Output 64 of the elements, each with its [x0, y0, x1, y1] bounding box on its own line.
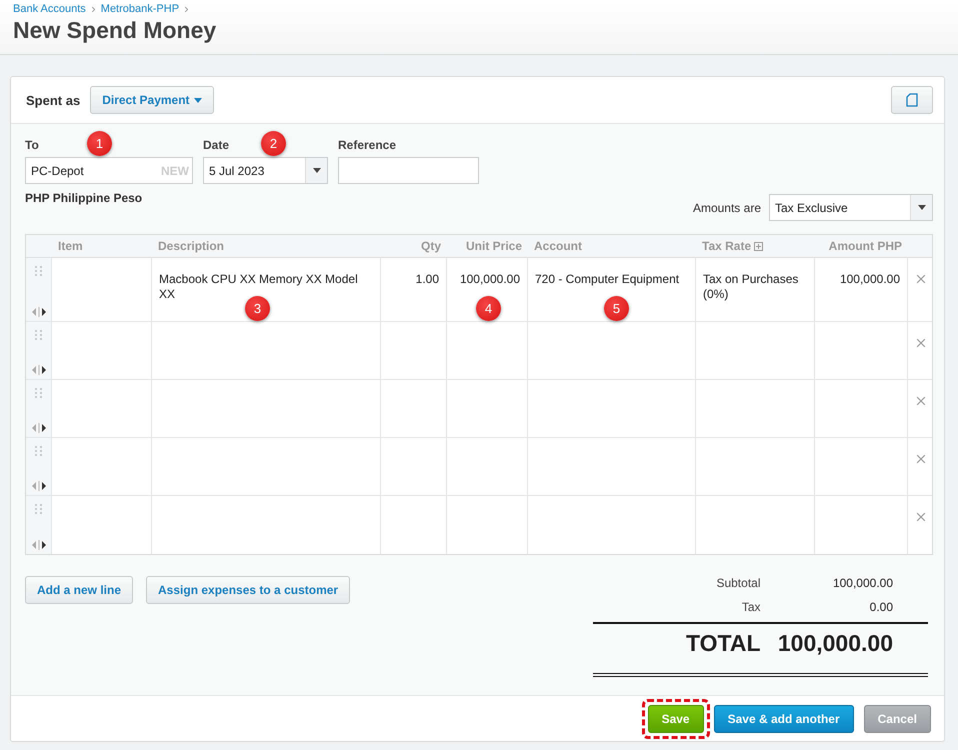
page-title: New Spend Money: [13, 17, 218, 44]
table-cell: 100,000.00: [460, 272, 520, 286]
delete-row-icon[interactable]: [914, 510, 928, 524]
line-button[interactable]: Assign expenses to a customer: [146, 576, 350, 604]
breadcrumb-link[interactable]: Bank Accounts: [13, 3, 86, 15]
drag-handle-icon[interactable]: [35, 446, 42, 457]
drag-handle-icon[interactable]: [35, 330, 42, 341]
document-button[interactable]: [891, 86, 933, 114]
column-header: Amount PHP: [828, 239, 902, 253]
callout-marker: 5: [604, 296, 629, 321]
text-input[interactable]: Tax Exclusive: [770, 195, 910, 220]
drag-handle-icon[interactable]: [35, 266, 42, 277]
delete-row-icon[interactable]: [914, 452, 928, 466]
payment-type-dropdown[interactable]: Direct Payment: [90, 86, 214, 114]
text-input[interactable]: PC-Depot: [26, 158, 161, 183]
expand-icon[interactable]: [754, 242, 764, 250]
table-cell: 1.00: [416, 272, 439, 286]
total-value: 100,000.00: [776, 630, 894, 658]
callout-marker: 2: [261, 131, 286, 156]
amounts-are-label: Amounts are: [692, 200, 761, 214]
callout-marker: 3: [245, 296, 270, 321]
dropdown-caret-icon: [918, 205, 926, 210]
subtotal-label: Subtotal: [715, 576, 760, 590]
column-header: Description: [158, 239, 224, 253]
table-cell: Tax on Purchases (0%): [703, 272, 798, 301]
callout-marker: 4: [476, 296, 501, 321]
line-button[interactable]: Add a new line: [25, 576, 134, 604]
breadcrumb-link[interactable]: Metrobank-PHP: [100, 3, 180, 15]
currency-label: PHP Philippine Peso: [25, 190, 142, 204]
delete-row-icon[interactable]: [914, 272, 928, 286]
date-field[interactable]: 5 Jul 2023: [203, 157, 328, 184]
caret-icon: [194, 98, 202, 102]
tax-value: 0.00: [868, 600, 894, 614]
text-input[interactable]: 5 Jul 2023: [204, 158, 305, 183]
spent-as-label: Spent as: [26, 92, 80, 108]
tax-label: Tax: [740, 600, 760, 614]
column-arrows-icon[interactable]: [30, 423, 46, 433]
field-label: To: [25, 138, 39, 152]
column-header: Account: [534, 239, 582, 253]
cancel-button[interactable]: Cancel: [864, 704, 931, 732]
callout-marker: 1: [87, 131, 112, 156]
column-header: Qty: [420, 239, 441, 253]
subtotal-value: 100,000.00: [832, 576, 894, 590]
delete-row-icon[interactable]: [914, 336, 928, 350]
drag-handle-icon[interactable]: [35, 388, 42, 399]
save-button[interactable]: Save & add another: [714, 704, 854, 732]
column-arrows-icon[interactable]: [30, 307, 46, 317]
field-label: Reference: [338, 138, 396, 152]
tax-mode-select[interactable]: Tax Exclusive: [769, 194, 933, 221]
document-icon: [906, 93, 918, 107]
column-header: Unit Price: [466, 239, 522, 253]
field-label: Date: [203, 138, 230, 152]
table-cell: 720 - Computer Equipment: [535, 272, 680, 286]
total-label: TOTAL: [684, 630, 760, 658]
column-header: Item: [58, 239, 83, 253]
column-arrows-icon[interactable]: [30, 540, 46, 550]
column-header: Tax Rate: [702, 239, 752, 253]
save-button[interactable]: Save: [648, 704, 704, 732]
dropdown-caret-icon: [312, 168, 320, 173]
column-arrows-icon[interactable]: [30, 481, 46, 491]
delete-row-icon[interactable]: [914, 394, 928, 408]
drag-handle-icon[interactable]: [35, 504, 42, 515]
table-cell: 100,000.00: [840, 272, 900, 286]
column-arrows-icon[interactable]: [30, 365, 46, 375]
